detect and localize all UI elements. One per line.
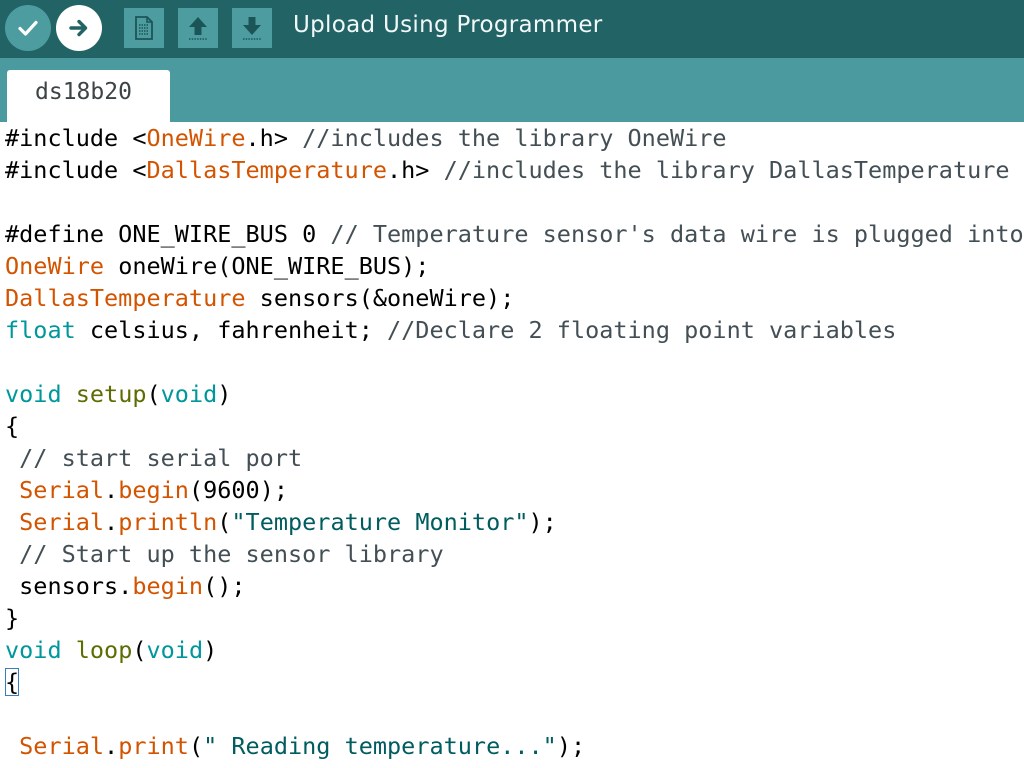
code-token: // start serial port bbox=[5, 444, 303, 472]
code-token: loop bbox=[75, 636, 133, 664]
code-token: setup bbox=[75, 380, 147, 408]
code-token: oneWire(ONE_WIRE_BUS); bbox=[104, 252, 430, 280]
code-token: .h> bbox=[387, 156, 444, 184]
arrow-down-icon bbox=[243, 17, 261, 40]
code-token: void bbox=[146, 636, 204, 664]
code-token: OneWire bbox=[146, 124, 246, 152]
code-line[interactable]: { bbox=[5, 410, 19, 442]
code-line[interactable]: // start serial port bbox=[5, 442, 302, 474]
code-line[interactable]: Serial.begin(9600); bbox=[5, 474, 288, 506]
code-token: celsius, fahrenheit; bbox=[75, 316, 388, 344]
code-token: DallasTemperature bbox=[5, 284, 246, 312]
code-token: ) bbox=[217, 380, 232, 408]
code-token: . bbox=[104, 476, 119, 504]
checkmark-icon bbox=[18, 20, 38, 36]
code-token: (9600); bbox=[188, 476, 288, 504]
code-editor[interactable]: #include <OneWire.h> //includes the libr… bbox=[0, 122, 1024, 768]
code-token: #include < bbox=[5, 124, 147, 152]
code-token: begin bbox=[118, 476, 189, 504]
code-token: Serial bbox=[19, 508, 105, 536]
code-token: sensors(&oneWire); bbox=[245, 284, 515, 312]
code-token: ); bbox=[528, 508, 557, 536]
arrow-right-icon bbox=[69, 19, 88, 37]
code-line[interactable]: #include <OneWire.h> //includes the libr… bbox=[5, 122, 727, 154]
code-line[interactable]: sensors.begin(); bbox=[5, 570, 246, 602]
code-token: Serial bbox=[19, 732, 105, 760]
code-line[interactable]: float celsius, fahrenheit; //Declare 2 f… bbox=[5, 314, 896, 346]
code-token: #define ONE_WIRE_BUS 0 bbox=[5, 220, 331, 248]
code-line[interactable]: DallasTemperature sensors(&oneWire); bbox=[5, 282, 514, 314]
open-button[interactable] bbox=[178, 8, 218, 48]
code-line[interactable]: // Start up the sensor library bbox=[5, 538, 444, 570]
code-token: void bbox=[5, 636, 62, 664]
code-token: { bbox=[5, 412, 20, 440]
code-line[interactable]: void loop(void) bbox=[5, 634, 217, 666]
code-token: #include < bbox=[5, 156, 147, 184]
code-token: //includes the library DallasTemperature bbox=[443, 156, 1010, 184]
code-line[interactable]: Serial.print(" Reading temperature..."); bbox=[5, 730, 585, 762]
code-token: . bbox=[104, 732, 119, 760]
verify-button[interactable] bbox=[5, 5, 51, 51]
code-line[interactable]: #include <DallasTemperature.h> //include… bbox=[5, 154, 1010, 186]
code-token: Serial bbox=[19, 476, 105, 504]
code-token: void bbox=[160, 380, 218, 408]
code-token: print bbox=[118, 732, 189, 760]
code-token: " Reading temperature..." bbox=[203, 732, 557, 760]
code-token: "Temperature Monitor" bbox=[231, 508, 529, 536]
code-line[interactable]: #define ONE_WIRE_BUS 0 // Temperature se… bbox=[5, 218, 1024, 250]
code-token: //includes the library OneWire bbox=[302, 124, 727, 152]
code-line[interactable]: Serial.println("Temperature Monitor"); bbox=[5, 506, 557, 538]
toolbar-status-label: Upload Using Programmer bbox=[293, 12, 603, 38]
code-token: DallasTemperature bbox=[146, 156, 388, 184]
new-file-icon bbox=[135, 16, 153, 40]
new-sketch-button[interactable] bbox=[124, 8, 164, 48]
code-token: void bbox=[5, 380, 62, 408]
code-token: ) bbox=[203, 636, 218, 664]
arrow-up-icon bbox=[189, 17, 207, 40]
toolbar: Upload Using Programmer bbox=[0, 0, 1024, 58]
code-token: { bbox=[5, 668, 20, 696]
code-token: ( bbox=[188, 732, 204, 760]
code-token: // Start up the sensor library bbox=[5, 540, 444, 568]
code-token: ( bbox=[146, 380, 161, 408]
tab-label: ds18b20 bbox=[35, 79, 132, 105]
code-token: ); bbox=[556, 732, 586, 760]
code-token: //Declare 2 floating point variables bbox=[387, 316, 897, 344]
code-line[interactable]: void setup(void) bbox=[5, 378, 231, 410]
save-button[interactable] bbox=[232, 8, 272, 48]
code-token: (); bbox=[203, 572, 246, 600]
upload-button[interactable] bbox=[56, 5, 102, 51]
code-token: } bbox=[5, 604, 20, 632]
code-token: ( bbox=[132, 636, 147, 664]
code-token: // Temperature sensor's data wire is plu… bbox=[330, 220, 1024, 248]
code-token: OneWire bbox=[5, 252, 105, 280]
code-token: float bbox=[5, 316, 76, 344]
code-token: sensors. bbox=[5, 572, 133, 600]
code-line[interactable]: } bbox=[5, 602, 19, 634]
code-token: ( bbox=[217, 508, 232, 536]
code-token: .h> bbox=[245, 124, 303, 152]
code-token: println bbox=[118, 508, 218, 536]
tab-bar: ds18b20 bbox=[0, 58, 1024, 122]
code-line[interactable]: { bbox=[5, 666, 20, 698]
tab-ds18b20[interactable]: ds18b20 bbox=[7, 70, 170, 122]
code-token: begin bbox=[132, 572, 204, 600]
code-line[interactable]: OneWire oneWire(ONE_WIRE_BUS); bbox=[5, 250, 429, 282]
code-token: . bbox=[104, 508, 119, 536]
